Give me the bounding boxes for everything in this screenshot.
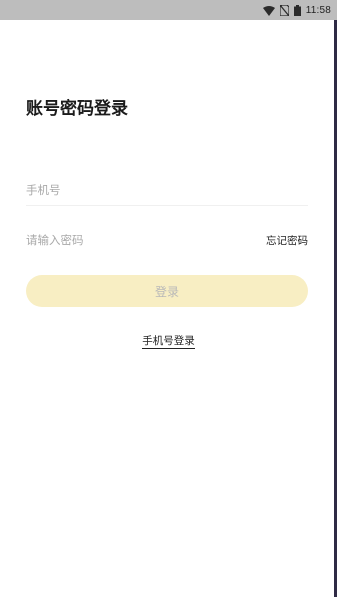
wifi-icon (262, 1, 275, 20)
password-input[interactable] (26, 225, 256, 255)
phone-login-container: 手机号登录 (0, 333, 337, 349)
password-field: 忘记密码 (26, 225, 308, 255)
status-bar: 11:58 (0, 0, 337, 20)
no-sim-icon (279, 1, 290, 20)
status-icons: 11:58 (262, 1, 331, 20)
phone-login-link[interactable]: 手机号登录 (142, 335, 195, 349)
forgot-password-link[interactable]: 忘记密码 (266, 233, 308, 248)
status-time: 11:58 (305, 4, 331, 16)
page-title: 账号密码登录 (26, 99, 128, 119)
phone-input[interactable] (26, 175, 256, 205)
phone-field (26, 175, 308, 206)
login-button[interactable]: 登录 (26, 275, 308, 307)
login-screen: 11:58 账号密码登录 忘记密码 登录 手机号登录 (0, 0, 337, 597)
battery-icon (293, 1, 301, 20)
